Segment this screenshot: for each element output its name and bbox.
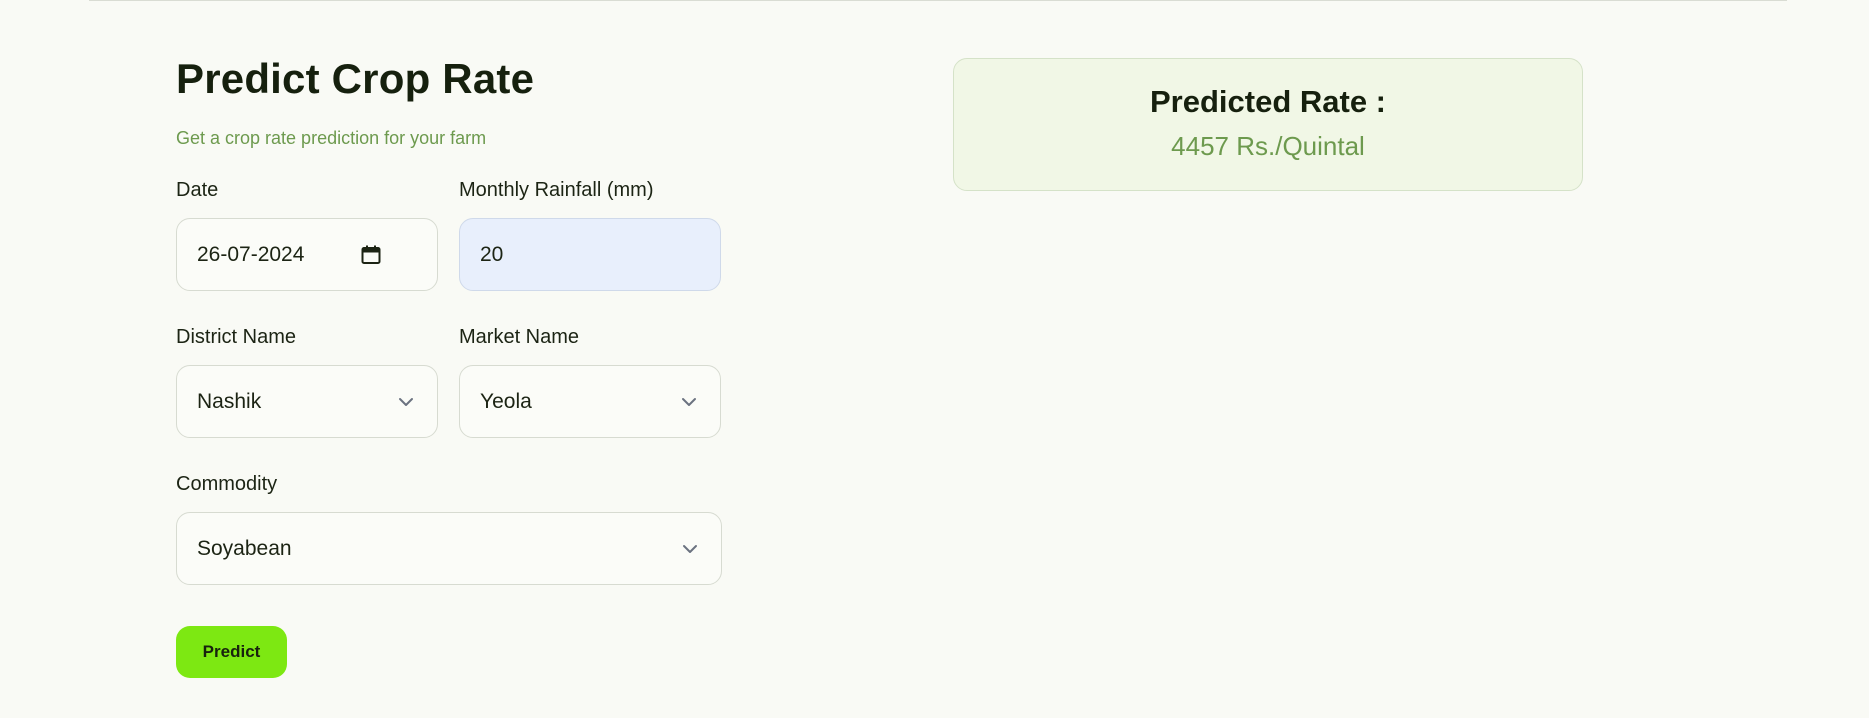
commodity-value: Soyabean	[197, 536, 292, 560]
chevron-down-icon	[681, 540, 699, 558]
market-select[interactable]: Yeola	[459, 365, 721, 438]
predict-button[interactable]: Predict	[176, 626, 287, 678]
chevron-down-icon	[680, 393, 698, 411]
rainfall-field: Monthly Rainfall (mm) 20	[459, 178, 721, 291]
market-label: Market Name	[459, 326, 580, 348]
top-divider	[89, 0, 1787, 1]
date-field: Date 26-07-2024	[176, 178, 438, 291]
rainfall-input[interactable]: 20	[459, 218, 721, 291]
chevron-down-icon	[397, 393, 415, 411]
result-card: Predicted Rate : 4457 Rs./Quintal	[953, 58, 1583, 191]
form-row-date-rainfall: Date 26-07-2024 Monthly Rainfall (mm) 20	[176, 178, 722, 291]
commodity-select[interactable]: Soyabean	[176, 512, 722, 585]
date-label: Date	[176, 179, 219, 201]
date-input[interactable]: 26-07-2024	[176, 218, 438, 291]
market-value: Yeola	[480, 389, 532, 413]
prediction-form: Predict Crop Rate Get a crop rate predic…	[176, 54, 722, 585]
result-title: Predicted Rate :	[1149, 84, 1386, 119]
calendar-icon[interactable]	[361, 245, 381, 265]
district-value: Nashik	[197, 389, 262, 413]
commodity-field: Commodity Soyabean	[176, 472, 722, 585]
form-row-commodity: Commodity Soyabean	[176, 472, 722, 585]
district-select[interactable]: Nashik	[176, 365, 438, 438]
district-field: District Name Nashik	[176, 325, 438, 438]
page-title: Predict Crop Rate	[176, 55, 535, 102]
predicted-rate-value: 4457 Rs./Quintal	[1171, 131, 1365, 161]
rainfall-label: Monthly Rainfall (mm)	[459, 179, 654, 201]
market-field: Market Name Yeola	[459, 325, 721, 438]
district-label: District Name	[176, 326, 297, 348]
rainfall-value: 20	[480, 242, 504, 266]
page-subtitle: Get a crop rate prediction for your farm	[176, 128, 487, 148]
commodity-label: Commodity	[176, 473, 278, 495]
date-value: 26-07-2024	[197, 242, 305, 266]
form-row-district-market: District Name Nashik Market Name Yeola	[176, 325, 722, 438]
